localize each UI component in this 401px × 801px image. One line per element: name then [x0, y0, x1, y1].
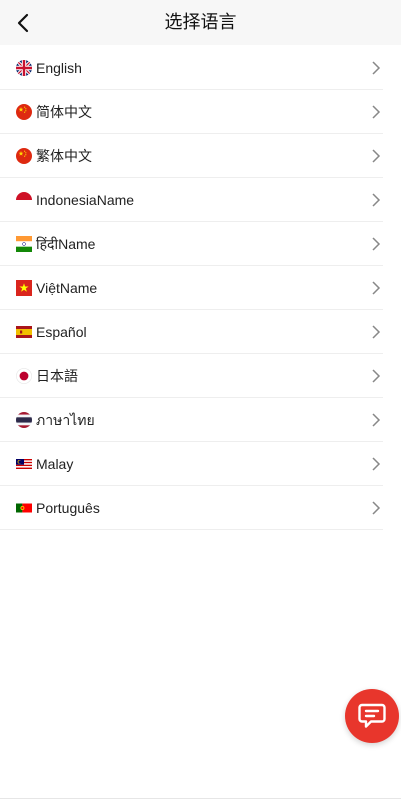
china-flag-icon [16, 104, 32, 120]
language-item-indonesian[interactable]: IndonesiaName [0, 178, 401, 222]
uk-flag-icon [16, 60, 32, 76]
chevron-right-icon [372, 237, 381, 251]
language-list: English 简体中文 繁体中文 IndonesiaName हिंदीNam… [0, 46, 401, 530]
china-flag-icon [16, 148, 32, 164]
thailand-flag-icon [16, 412, 32, 428]
back-button[interactable] [10, 9, 36, 37]
chevron-right-icon [372, 369, 381, 383]
chevron-right-icon [372, 105, 381, 119]
chevron-right-icon [372, 457, 381, 471]
chevron-right-icon [372, 281, 381, 295]
language-item-simplified-chinese[interactable]: 简体中文 [0, 90, 401, 134]
language-label: Português [36, 500, 100, 516]
language-label: 简体中文 [36, 104, 92, 120]
language-item-vietnamese[interactable]: ViệtName [0, 266, 401, 310]
malaysia-flag-icon [16, 459, 32, 469]
chevron-right-icon [372, 325, 381, 339]
japan-flag-icon [16, 368, 32, 384]
header-bar: 选择语言 [0, 0, 401, 45]
chevron-right-icon [372, 149, 381, 163]
vietnam-flag-icon [16, 280, 32, 296]
language-item-english[interactable]: English [0, 46, 401, 90]
language-label: IndonesiaName [36, 192, 135, 208]
bottom-divider [0, 798, 401, 799]
language-item-hindi[interactable]: हिंदीName [0, 222, 401, 266]
language-item-thai[interactable]: ภาษาไทย [0, 398, 401, 442]
page-title: 选择语言 [164, 12, 237, 32]
language-item-japanese[interactable]: 日本語 [0, 354, 401, 398]
language-item-malay[interactable]: Malay [0, 442, 401, 486]
indonesia-flag-icon [16, 192, 32, 208]
language-label: ภาษาไทย [36, 412, 95, 428]
language-label: Malay [36, 456, 74, 472]
language-label: English [36, 60, 82, 76]
chevron-left-icon [17, 13, 29, 33]
spain-flag-icon [16, 326, 32, 338]
language-label: 繁体中文 [36, 148, 92, 164]
portugal-flag-icon [16, 503, 32, 513]
india-flag-icon [16, 236, 32, 252]
language-item-traditional-chinese[interactable]: 繁体中文 [0, 134, 401, 178]
chevron-right-icon [372, 193, 381, 207]
language-item-spanish[interactable]: Español [0, 310, 401, 354]
language-label: ViệtName [36, 280, 98, 296]
chevron-right-icon [372, 61, 381, 75]
chevron-right-icon [372, 501, 381, 515]
chat-bubble-icon [358, 703, 386, 728]
chat-button[interactable] [345, 689, 399, 743]
language-label: Español [36, 324, 87, 340]
language-label: हिंदीName [36, 236, 96, 252]
chevron-right-icon [372, 413, 381, 427]
language-label: 日本語 [36, 368, 78, 384]
language-item-portuguese[interactable]: Português [0, 486, 401, 530]
